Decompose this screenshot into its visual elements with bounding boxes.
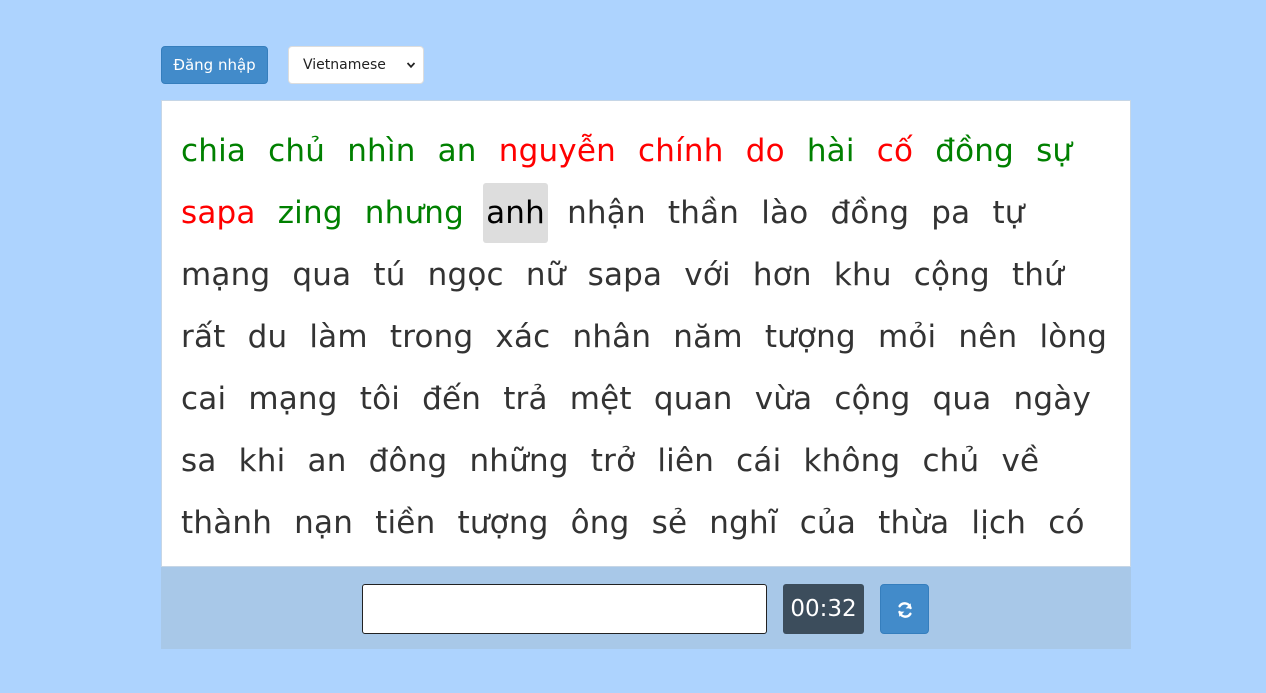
word: chính: [638, 133, 724, 169]
current-word: anh: [483, 183, 549, 243]
word: tôi: [359, 381, 401, 417]
timer: 00:32: [783, 584, 864, 634]
word: pa: [931, 195, 971, 231]
word: hài: [806, 133, 855, 169]
word: khu: [833, 257, 892, 293]
word: quan: [653, 381, 733, 417]
word: nhân: [572, 319, 652, 355]
word: tượng: [457, 505, 549, 541]
word: sapa: [181, 195, 256, 231]
word: trả: [503, 381, 548, 417]
word: mạng: [181, 257, 271, 293]
word: cố: [876, 133, 914, 169]
refresh-icon: [898, 602, 912, 618]
word: đồng: [830, 195, 910, 231]
input-row: 00:32: [161, 567, 1131, 649]
word: nhìn: [347, 133, 416, 169]
word: xác: [495, 319, 551, 355]
word: vừa: [754, 381, 813, 417]
word: sapa: [587, 257, 663, 293]
word: tự: [992, 195, 1025, 231]
word: mỏi: [877, 319, 937, 355]
word: trong: [389, 319, 474, 355]
word: lịch: [971, 505, 1027, 541]
language-select[interactable]: Vietnamese: [288, 46, 424, 84]
word: du: [247, 319, 288, 355]
word: chia: [181, 133, 247, 169]
word: cái: [736, 443, 782, 479]
words-display: chia chủ nhìn an nguyễn chính do hài cố …: [161, 100, 1131, 567]
word: của: [799, 505, 857, 541]
word: những: [469, 443, 569, 479]
word: an: [437, 133, 477, 169]
word: chủ: [922, 443, 980, 479]
word: hơn: [752, 257, 812, 293]
word: lòng: [1039, 319, 1108, 355]
refresh-button[interactable]: [880, 584, 929, 634]
word: năm: [673, 319, 743, 355]
word: mạng: [248, 381, 338, 417]
word: cũng: [258, 555, 341, 566]
word: đông: [368, 443, 448, 479]
word-list: chia chủ nhìn an nguyễn chính do hài cố …: [178, 120, 1118, 566]
word: nạn: [294, 505, 354, 541]
word: tiền: [375, 505, 436, 541]
chevron-down-icon: [407, 62, 415, 69]
word: nhưng: [364, 195, 465, 231]
word: thừa: [878, 505, 950, 541]
language-select-value: Vietnamese: [303, 57, 386, 73]
word: ông: [570, 505, 630, 541]
word: nghĩ: [709, 505, 778, 541]
word: mệt: [569, 381, 632, 417]
word: trở: [590, 443, 636, 479]
word: nên: [958, 319, 1018, 355]
word: thành: [181, 505, 273, 541]
word: an: [307, 443, 347, 479]
word: về: [1001, 443, 1040, 479]
word: nữ: [525, 257, 566, 293]
typing-input[interactable]: [362, 584, 767, 634]
word: ngày: [1013, 381, 1091, 417]
word: thần: [667, 195, 740, 231]
word: sẻ: [651, 505, 688, 541]
word: khu: [178, 555, 242, 566]
word: làm: [309, 319, 368, 355]
word: lào: [761, 195, 809, 231]
word: cai: [181, 381, 227, 417]
login-button[interactable]: Đăng nhập: [161, 46, 268, 84]
word: đồng: [935, 133, 1014, 169]
word: tượng: [764, 319, 856, 355]
word: thứ: [1011, 257, 1065, 293]
word: khi: [238, 443, 286, 479]
word: ngọc: [427, 257, 504, 293]
word: nhận: [567, 195, 646, 231]
word: cộng: [913, 257, 990, 293]
word: sự: [1036, 133, 1073, 169]
word: nguyễn: [498, 133, 616, 169]
word: chủ: [268, 133, 326, 169]
word: rất: [181, 319, 226, 355]
word: liên: [657, 443, 715, 479]
word: không: [803, 443, 901, 479]
word: đến: [422, 381, 482, 417]
word: qua: [292, 257, 352, 293]
word: sa: [181, 443, 217, 479]
word: có: [1048, 505, 1085, 541]
word: với: [684, 257, 731, 293]
word: tú: [373, 257, 406, 293]
word: zing: [277, 195, 343, 231]
word: cộng: [834, 381, 911, 417]
word: do: [745, 133, 785, 169]
word: qua: [932, 381, 992, 417]
